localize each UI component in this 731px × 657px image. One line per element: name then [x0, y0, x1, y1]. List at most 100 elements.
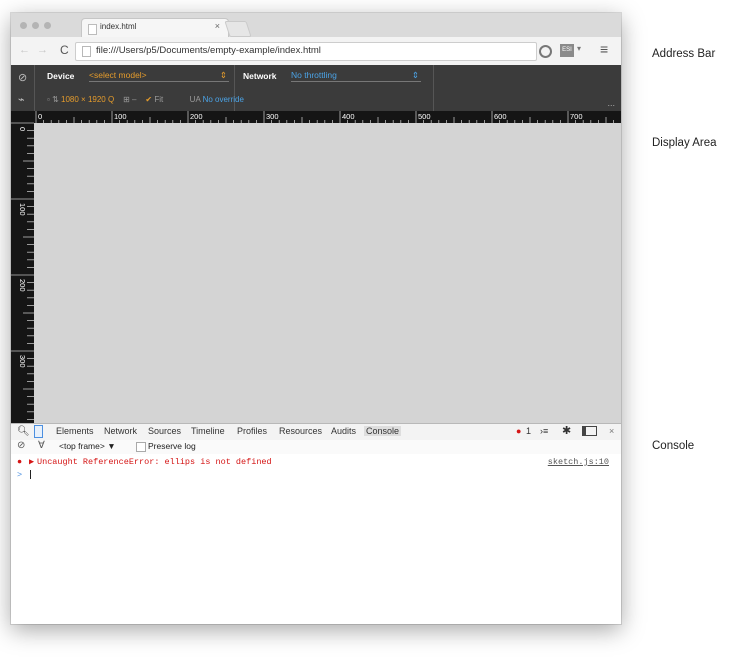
tab-strip: index.html × [11, 13, 621, 38]
settings-gear-icon[interactable]: ✱ [562, 424, 571, 437]
swap-dimensions-icon[interactable]: ⇅ [52, 95, 59, 104]
clear-console-icon[interactable]: ⊘ [17, 440, 25, 451]
chevron-updown-icon: ⇕ [411, 70, 419, 80]
frame-selector-value: <top frame> [59, 441, 105, 451]
annotation-address-bar: Address Bar [652, 48, 716, 60]
divider [234, 65, 235, 111]
zoom-window-button[interactable] [44, 22, 51, 29]
search-icon[interactable]: 🔍︎ [17, 426, 30, 437]
ruler-label: 300 [266, 112, 279, 121]
text-cursor [30, 470, 32, 480]
preserve-log-label: Preserve log [148, 441, 196, 451]
network-select[interactable]: No throttling ⇕ [291, 70, 421, 82]
network-select-value: No throttling [291, 70, 337, 80]
error-message[interactable]: Uncaught ReferenceError: ellips is not d… [37, 457, 272, 467]
tab-profiles[interactable]: Profiles [237, 426, 267, 436]
extension-icon[interactable]: ESI [560, 44, 574, 57]
new-tab-button[interactable] [224, 21, 252, 37]
block-icon[interactable]: ⊘ [18, 71, 27, 84]
screen-icon: ▫ [47, 95, 50, 104]
console-prompt[interactable]: > [17, 470, 32, 480]
chevron-updown-icon: ⇕ [219, 70, 227, 80]
ruler-label: 100 [18, 203, 27, 216]
vertical-ruler: 0 100 200 300 [11, 111, 34, 423]
horizontal-ruler: 0 100 200 300 400 500 600 700 [34, 111, 621, 123]
tab-close-icon[interactable]: × [215, 21, 220, 31]
tab-title: index.html [100, 22, 137, 31]
ua-field[interactable]: No override [203, 95, 244, 104]
device-select-value: <select model> [89, 70, 147, 80]
network-label: Network [243, 71, 277, 81]
frame-selector[interactable]: <top frame> ▼ [59, 441, 116, 451]
annotation-display-area: Display Area [652, 137, 717, 149]
emulation-toolbar: ⊘ ⌁ Device <select model> ⇕ Network No t… [11, 65, 621, 111]
tab-audits[interactable]: Audits [331, 426, 356, 436]
console-error-row: ● ▶ Uncaught ReferenceError: ellips is n… [11, 457, 621, 469]
divider [34, 65, 35, 111]
address-bar[interactable]: file:///Users/p5/Documents/empty-example… [75, 42, 537, 61]
fit-checkbox-icon[interactable]: ✔ [145, 95, 152, 104]
forward-arrow-icon[interactable]: → [37, 44, 48, 56]
device-select[interactable]: <select model> ⇕ [89, 70, 229, 82]
close-devtools-icon[interactable]: × [609, 426, 614, 436]
tab-network[interactable]: Network [104, 426, 137, 436]
height-field[interactable]: 1920 [88, 95, 106, 104]
ruler-label: 200 [18, 279, 27, 292]
ruler-label: 200 [190, 112, 203, 121]
reload-icon[interactable]: C [60, 43, 69, 57]
filter-icon[interactable]: ∀ [38, 440, 45, 451]
minimize-window-button[interactable] [32, 22, 39, 29]
devtools-tab-bar: 🔍︎ Elements Network Sources Timeline Pro… [11, 423, 621, 441]
drawer-icon[interactable]: ›≡ [540, 426, 548, 436]
url-text[interactable]: file:///Users/p5/Documents/empty-example… [96, 45, 321, 56]
preserve-log-checkbox[interactable] [136, 442, 146, 452]
dpr-icon[interactable]: ⊞ – [123, 95, 136, 104]
device-label: Device [47, 71, 75, 81]
device-mode-icon[interactable] [34, 425, 43, 438]
tab-timeline[interactable]: Timeline [191, 426, 225, 436]
browser-tab[interactable]: index.html × [81, 18, 229, 38]
ruler-label: 400 [342, 112, 355, 121]
error-count: 1 [526, 426, 532, 436]
console-area[interactable]: ● ▶ Uncaught ReferenceError: ellips is n… [11, 454, 621, 624]
dock-icon[interactable] [582, 426, 597, 436]
divider [433, 65, 434, 111]
expand-triangle-icon[interactable]: ▶ [29, 457, 34, 467]
fit-label: Fit [154, 95, 164, 104]
rotate-icon[interactable]: Q [108, 95, 114, 104]
tab-console[interactable]: Console [364, 426, 402, 436]
more-options-icon[interactable]: ... [607, 98, 615, 108]
mouse-icon[interactable]: ⌁ [18, 93, 25, 106]
browser-window: index.html × ← → C file:///Users/p5/Docu… [11, 13, 621, 624]
ruler-label: 0 [38, 112, 42, 121]
width-field[interactable]: 1080 [61, 95, 79, 104]
annotation-console: Console [652, 440, 695, 452]
browser-toolbar: ← → C file:///Users/p5/Documents/empty-e… [11, 37, 621, 66]
close-window-button[interactable] [20, 22, 27, 29]
console-filter-bar: ⊘ ∀ <top frame> ▼ Preserve log [11, 440, 621, 455]
tab-resources[interactable]: Resources [279, 426, 322, 436]
display-area[interactable] [34, 123, 621, 423]
page-icon [82, 46, 91, 57]
emulation-options-row: ▫ ⇅ 1080 × 1920 Q ⊞ – ✔ Fit UA No overri… [47, 95, 244, 104]
caret-down-icon: ▼ [107, 441, 116, 451]
ruler-label: 700 [570, 112, 583, 121]
extension-circle-icon[interactable] [539, 45, 552, 58]
ruler-label: 600 [494, 112, 507, 121]
ruler-label: 300 [18, 355, 27, 368]
error-icon: ● [17, 457, 23, 467]
chevron-down-icon[interactable]: ▾ [577, 44, 581, 53]
ua-label: UA [189, 95, 201, 104]
menu-icon[interactable]: ≡ [600, 41, 608, 57]
ruler-label: 100 [114, 112, 127, 121]
tab-elements[interactable]: Elements [56, 426, 94, 436]
tab-sources[interactable]: Sources [148, 426, 181, 436]
ruler-label: 500 [418, 112, 431, 121]
times-sign: × [81, 95, 86, 104]
ruler-label: 0 [18, 127, 27, 131]
error-source-link[interactable]: sketch.js:10 [548, 457, 609, 467]
prompt-icon: > [17, 470, 23, 480]
error-icon[interactable]: ● [516, 426, 521, 436]
page-icon [88, 24, 97, 35]
back-arrow-icon[interactable]: ← [19, 44, 30, 56]
